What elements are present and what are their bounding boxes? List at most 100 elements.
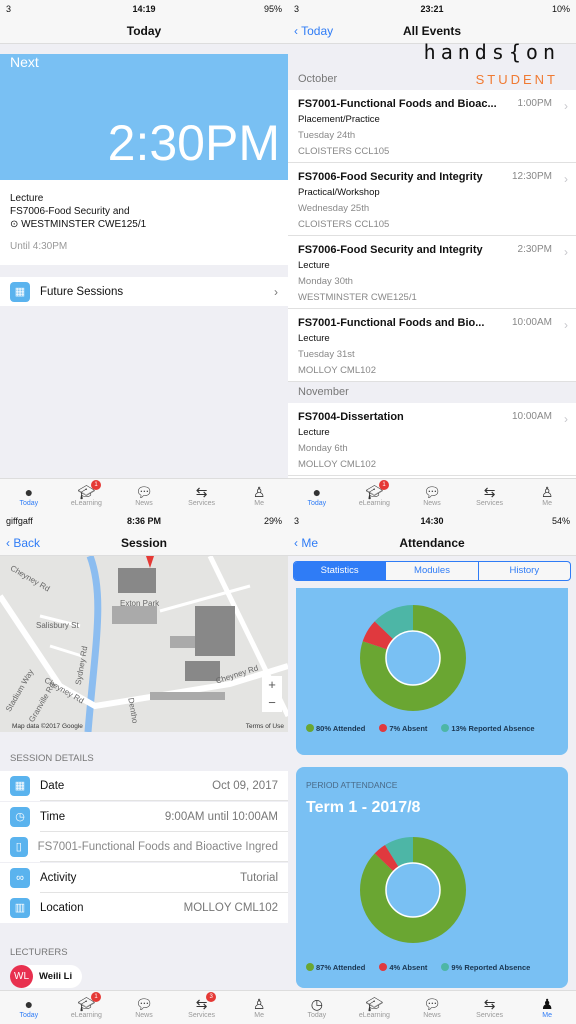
person-icon: ♙ (252, 484, 266, 500)
legend-absent: 4% Absent (379, 963, 427, 972)
next-label: Next (10, 54, 39, 70)
event-row[interactable]: FS7001-Functional Foods and Bioac... 1:00… (288, 90, 576, 163)
tab-me[interactable]: ♙ Me (230, 479, 288, 512)
speech-bubble-icon: 💬︎ (423, 996, 441, 1012)
tab-label: Today (307, 500, 327, 507)
detail-value: 9:00AM until 10:00AM (164, 810, 278, 823)
legend-reported: 9% Reported Absence (441, 963, 530, 972)
all-events-screen: 3 23:21 10% ‹ Today All Events October FS700… (288, 0, 576, 512)
event-type: Practical/Workshop (298, 187, 380, 198)
detail-row: ▥ Location MOLLOY CML102 (0, 893, 288, 923)
tab-me[interactable]: ♟ Me (518, 991, 576, 1024)
donut-inner-ring (385, 862, 441, 918)
chevron-right-icon: › (564, 318, 568, 332)
tab-label: Services (476, 1012, 503, 1019)
event-title: FS7001-Functional Foods and Bio... (298, 317, 485, 329)
tab-elearning[interactable]: 🎓︎ 1 eLearning (346, 479, 404, 512)
future-sessions-row[interactable]: ▦ Future Sessions › (0, 277, 288, 306)
tab-services[interactable]: ⇆ 3 Services (173, 991, 231, 1024)
event-row[interactable]: FS7006-Food Security and Integrity 2:30PM… (288, 236, 576, 309)
tab-label: News (135, 1012, 153, 1019)
back-button[interactable]: ‹ Me (294, 536, 318, 550)
attendance-screen: 3 14:30 54% ‹ Me Attendance Statistics Modu… (288, 512, 576, 1024)
zoom-out-button[interactable]: − (262, 694, 282, 712)
clock: 8:36 PM (126, 516, 161, 526)
tab-label: News (423, 500, 441, 507)
tab-news[interactable]: 💬︎ News (403, 991, 461, 1024)
tab-elearning[interactable]: 🎓︎ 1 eLearning (58, 479, 116, 512)
tab-today[interactable]: ● Today (288, 479, 346, 512)
event-date: Wednesday 25th (298, 203, 370, 214)
nav-bar: Today (0, 18, 288, 44)
segment-statistics[interactable]: Statistics (294, 562, 386, 580)
back-button[interactable]: ‹ Back (6, 536, 40, 550)
back-label: Back (13, 535, 41, 550)
clock: 14:19 (132, 4, 156, 14)
map-attribution: Map data ©2017 Google (12, 723, 83, 730)
tab-bar: ● Today 🎓︎ 1 eLearning 💬︎ News ⇆ Services ♙ Me (0, 478, 288, 512)
next-session-info[interactable]: Lecture FS7006-Food Security and ⊙ WESTM… (0, 180, 288, 265)
terms-of-use-link[interactable]: Terms of Use (246, 723, 284, 730)
event-time: 1:00PM (517, 98, 552, 109)
tab-elearning[interactable]: 🎓︎ 1 eLearning (58, 991, 116, 1024)
event-time: 2:30PM (517, 244, 552, 255)
segment-history[interactable]: History (477, 562, 570, 580)
next-session-banner[interactable]: Next 2:30PM (0, 54, 288, 180)
detail-value: Oct 09, 2017 (212, 780, 278, 792)
event-row[interactable]: FS7004-Dissertation 10:00AM Lecture Monday … (288, 403, 576, 476)
segment-modules[interactable]: Modules (385, 562, 477, 580)
detail-label: Time (40, 810, 66, 823)
zoom-in-button[interactable]: + (262, 676, 282, 694)
session-until: Until 4:30PM (10, 241, 68, 252)
tab-label: eLearning (70, 1012, 102, 1019)
tab-today[interactable]: ● Today (0, 479, 58, 512)
chevron-right-icon: › (564, 172, 568, 186)
tab-me[interactable]: ♙ Me (518, 479, 576, 512)
term-title: Term 1 - 2017/8 (306, 799, 421, 816)
page-title: Today (126, 23, 162, 38)
tab-news[interactable]: 💬︎ News (115, 991, 173, 1024)
tab-me[interactable]: ♙ Me (230, 991, 288, 1024)
legend-label: 13% Reported Absence (451, 724, 535, 733)
session-location: WESTMINSTER CWE125/1 (21, 219, 147, 230)
detail-row: ▯ FS7001-Functional Foods and Bioactive I… (0, 832, 288, 862)
event-location: MOLLOY CML102 (298, 459, 376, 470)
detail-row: ∞ Activity Tutorial (0, 862, 288, 893)
event-time: 10:00AM (511, 411, 552, 422)
clock-icon: ● (312, 484, 322, 500)
event-time: 10:00AM (511, 317, 552, 328)
back-button[interactable]: ‹ Today (294, 24, 333, 38)
event-location: MOLLOY CML102 (298, 365, 376, 376)
event-row[interactable]: FS7001-Functional Foods and Bio... 10:00A… (288, 309, 576, 382)
tab-today[interactable]: ● Today (0, 991, 58, 1024)
event-type: Lecture (298, 260, 330, 271)
chevron-right-icon: › (274, 284, 278, 299)
tab-label: Me (254, 500, 265, 507)
period-donut-chart (360, 837, 466, 943)
event-row[interactable]: FS7006-Food Security and Integrity 12:30P… (288, 163, 576, 236)
tab-bar: ◷ Today 🎓︎ eLearning 💬︎ News ⇆ Services ♟ Me (288, 990, 576, 1024)
page-title: Attendance (399, 535, 465, 550)
tab-news[interactable]: 💬︎ News (403, 479, 461, 512)
clock-icon: ● (24, 996, 34, 1012)
tab-services[interactable]: ⇆ Services (173, 479, 231, 512)
nav-bar: ‹ Back Session (0, 530, 288, 556)
chevron-right-icon: › (564, 412, 568, 426)
legend-label: 80% Attended (316, 724, 366, 733)
lecturer-chip[interactable]: WL Weili Li (10, 965, 83, 988)
tab-today[interactable]: ◷ Today (288, 991, 346, 1024)
legend-absent: 7% Absent (379, 724, 427, 733)
event-date: Monday 30th (298, 276, 353, 287)
tab-services[interactable]: ⇆ Services (461, 479, 519, 512)
tab-news[interactable]: 💬︎ News (115, 479, 173, 512)
back-label: Me (301, 535, 319, 550)
tab-label: eLearning (358, 1012, 390, 1019)
tab-elearning[interactable]: 🎓︎ eLearning (346, 991, 404, 1024)
chevron-right-icon: › (564, 99, 568, 113)
tab-services[interactable]: ⇆ Services (461, 991, 519, 1024)
tab-label: Services (188, 1012, 215, 1019)
chart-legend: 80% Attended 7% Absent 13% Reported Abse… (306, 724, 568, 733)
status-bar: giffgaff 8:36 PM 29% (0, 512, 288, 530)
event-title: FS7001-Functional Foods and Bioac... (298, 98, 497, 110)
map-view[interactable]: Cheyney Rd Salisbury St Sydney Rd Exton … (0, 556, 288, 732)
